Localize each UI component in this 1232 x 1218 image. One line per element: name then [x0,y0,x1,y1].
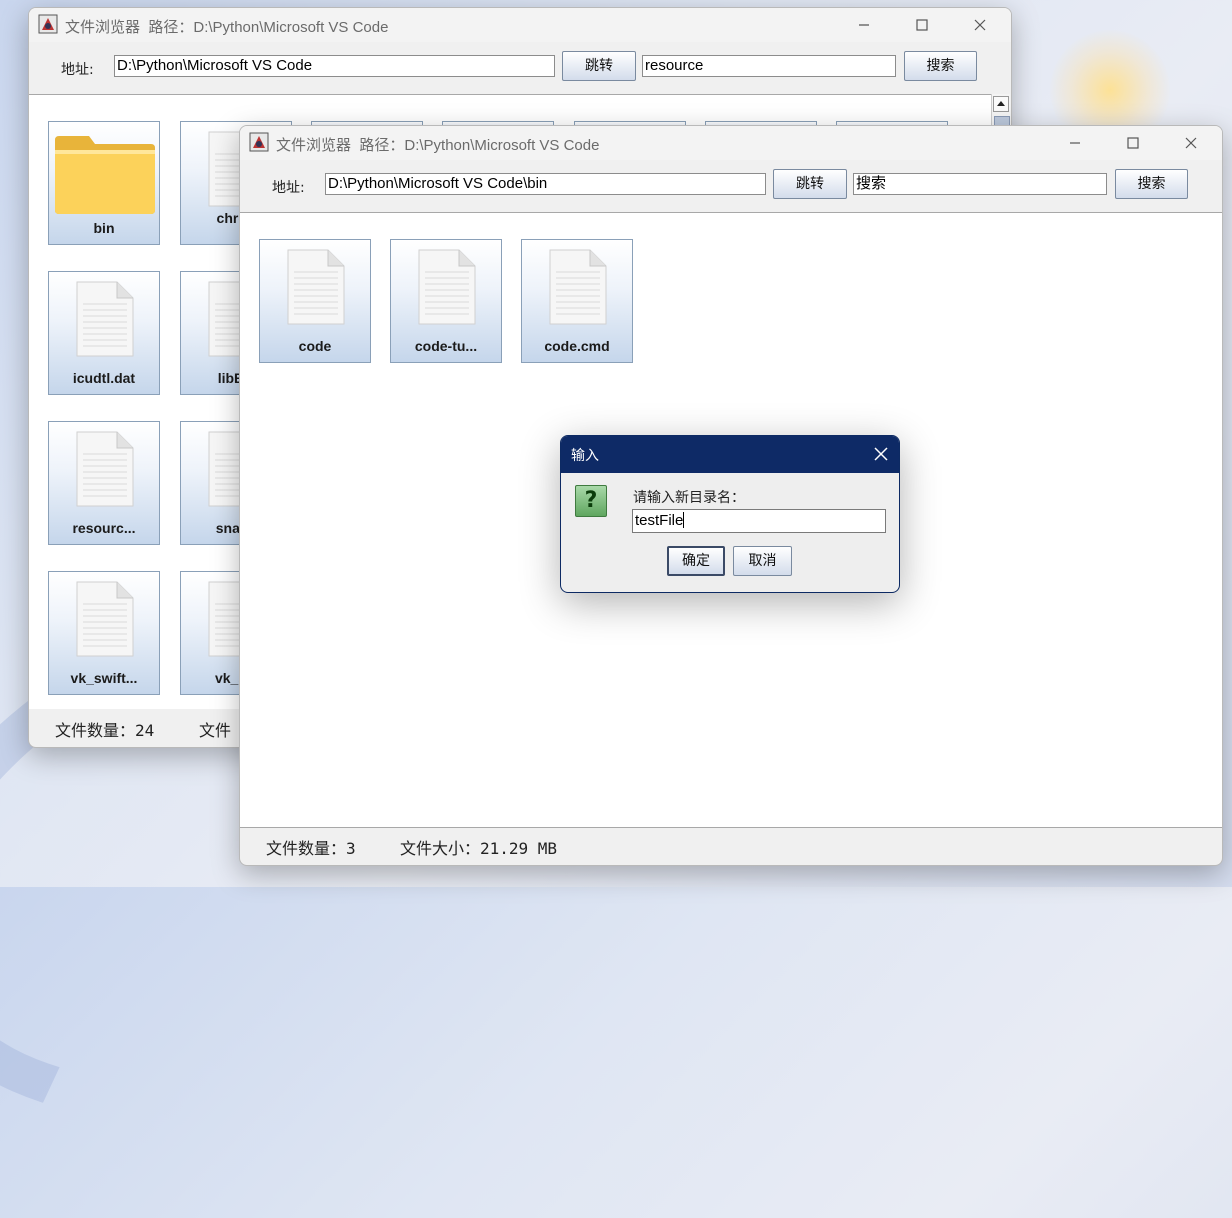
close-icon[interactable] [871,444,891,464]
file-size: 文件 [199,721,232,740]
file-name: vk_swift... [70,670,138,686]
title-bar[interactable]: 文件浏览器 路径：D:\Python\Microsoft VS Code [240,126,1222,160]
cancel-button[interactable]: 取消 [733,546,792,576]
file-card[interactable]: icudtl.dat [48,271,160,395]
address-input[interactable]: D:\Python\Microsoft VS Code [114,55,555,77]
question-icon: ? [575,485,607,517]
dialog-title: 输入 [571,448,599,464]
dialog-title-bar[interactable]: 输入 [561,436,899,473]
file-size: 文件大小：21.29 MB [400,839,558,858]
document-icon [418,249,476,325]
close-button[interactable] [1176,131,1206,155]
file-name: code-tu... [414,338,478,354]
window-title: 文件浏览器 路径：D:\Python\Microsoft VS Code [65,19,389,36]
file-card[interactable]: code [259,239,371,363]
file-name: code.cmd [544,338,610,354]
search-input[interactable]: resource [642,55,896,77]
window-title: 文件浏览器 路径：D:\Python\Microsoft VS Code [276,137,600,154]
scroll-up-arrow[interactable] [993,96,1009,112]
search-button[interactable]: 搜索 [904,51,977,81]
file-count: 文件数量：24 [55,721,155,740]
file-card[interactable]: resourc... [48,421,160,545]
ok-button[interactable]: 确定 [667,546,725,576]
file-name: bin [93,220,115,236]
input-text: testFile [635,512,684,529]
maximize-button[interactable] [1118,131,1148,155]
document-icon [76,581,134,657]
search-button[interactable]: 搜索 [1115,169,1188,199]
directory-name-input[interactable]: testFile [632,509,886,533]
go-button[interactable]: 跳转 [562,51,636,81]
maximize-button[interactable] [907,13,937,37]
java-app-icon [38,14,58,34]
file-card[interactable]: code.cmd [521,239,633,363]
file-name: icudtl.dat [72,370,136,386]
address-label: 地址: [272,180,305,196]
address-label: 地址: [61,62,94,78]
title-bar[interactable]: 文件浏览器 路径：D:\Python\Microsoft VS Code [29,8,1011,42]
text-caret [683,512,685,528]
minimize-button[interactable] [849,13,879,37]
file-count: 文件数量：3 [266,839,356,858]
dialog-prompt: 请输入新目录名： [633,490,745,506]
document-icon [76,431,134,507]
document-icon [549,249,607,325]
address-input[interactable]: D:\Python\Microsoft VS Code\bin [325,173,766,195]
java-app-icon [249,132,269,152]
folder-icon [55,136,155,214]
go-button[interactable]: 跳转 [773,169,847,199]
file-name: code [298,338,332,354]
document-icon [76,281,134,357]
folder-card[interactable]: bin [48,121,160,245]
file-card[interactable]: code-tu... [390,239,502,363]
search-input[interactable]: 搜索 [853,173,1107,195]
minimize-button[interactable] [1060,131,1090,155]
close-button[interactable] [965,13,995,37]
file-card[interactable]: vk_swift... [48,571,160,695]
file-name: resourc... [72,520,136,536]
new-directory-dialog: 输入 ? 请输入新目录名： testFile 确定 取消 [560,435,900,593]
document-icon [287,249,345,325]
